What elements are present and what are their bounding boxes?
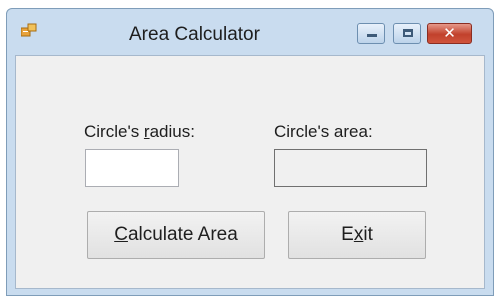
radius-label-prefix: Circle's <box>84 122 144 141</box>
close-button[interactable]: ✕ <box>427 23 472 44</box>
calculate-label: alculate Area <box>127 224 238 245</box>
exit-button[interactable]: Exit <box>288 211 426 259</box>
close-icon: ✕ <box>443 24 456 42</box>
radius-input[interactable] <box>85 149 179 187</box>
maximize-icon <box>403 29 413 37</box>
calculate-area-button[interactable]: Calculate Area <box>87 211 265 259</box>
calculate-mnemonic: C <box>114 224 128 245</box>
area-output <box>274 149 427 187</box>
maximize-button[interactable] <box>393 23 421 44</box>
app-form-icon <box>21 23 37 37</box>
form-client-area: Circle's radius: Circle's area: Calculat… <box>15 55 485 289</box>
exit-mnemonic: x <box>353 224 364 245</box>
window-title: Area Calculator <box>129 24 260 45</box>
area-calculator-window: Area Calculator ✕ Circle's radius: Circl… <box>6 8 494 296</box>
radius-label-suffix: adius: <box>149 122 195 141</box>
exit-label-suffix: it <box>363 224 373 245</box>
minimize-button[interactable] <box>357 23 385 44</box>
exit-label-prefix: E <box>341 224 354 245</box>
title-bar[interactable]: Area Calculator ✕ <box>7 9 493 55</box>
area-label: Circle's area: <box>274 122 373 141</box>
minimize-icon <box>367 34 377 37</box>
radius-label: Circle's radius: <box>84 122 195 142</box>
